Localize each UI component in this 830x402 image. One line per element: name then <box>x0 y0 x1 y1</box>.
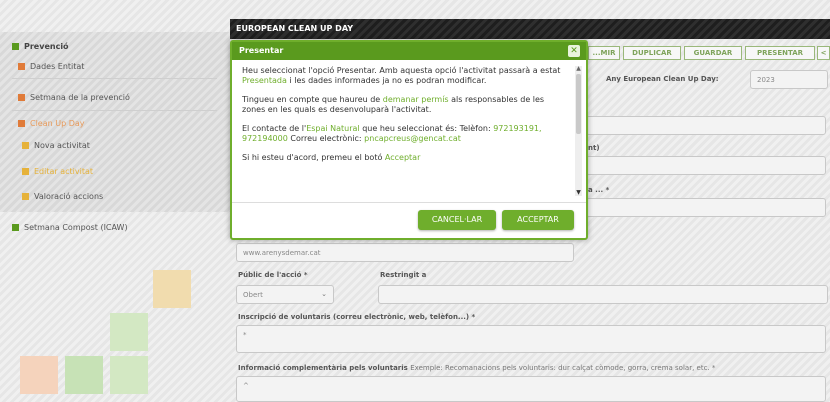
chevron-down-icon: ⌄ <box>321 290 327 298</box>
sidebar-item-label: Setmana de la prevenció <box>30 92 130 102</box>
text: Si hi esteu d'acord, premeu el botó <box>242 153 385 162</box>
square-icon <box>22 167 29 175</box>
sidebar-item-clean-up-day[interactable]: Clean Up Day <box>18 113 85 133</box>
permis-link[interactable]: demanar permís <box>383 95 449 104</box>
public-select[interactable]: Obert ⌄ <box>236 285 334 304</box>
decor-tile <box>153 270 191 308</box>
text: i les dades informades ja no es podran m… <box>286 76 487 85</box>
toolbar-button-partial[interactable]: ...MIR <box>588 46 620 60</box>
text: El contacte de l' <box>242 124 307 133</box>
guardar-button[interactable]: GUARDAR <box>684 46 742 60</box>
year-select[interactable]: 2023 <box>750 70 828 89</box>
square-icon <box>18 62 25 70</box>
page-title: EUROPEAN CLEAN UP DAY <box>230 19 830 39</box>
dialog-paragraph: El contacte de l'Espai Natural que heu s… <box>242 124 564 144</box>
presentar-dialog: Presentar ✕ Heu seleccionat l'opció Pres… <box>230 40 588 240</box>
public-label: Públic de l'acció * <box>238 271 308 279</box>
info-textarea[interactable]: ^ <box>236 376 826 402</box>
square-icon <box>18 119 25 127</box>
square-icon <box>12 223 19 231</box>
decor-tile <box>20 356 58 394</box>
public-label-text: Públic de l'acció * <box>238 271 308 279</box>
decor-tile <box>110 313 148 351</box>
sidebar-item-setmana-compost[interactable]: Setmana Compost (ICAW) <box>12 217 128 237</box>
dialog-paragraph: Tingueu en compte que haureu de demanar … <box>242 95 564 115</box>
dialog-paragraph: Heu seleccionat l'opció Presentar. Amb a… <box>242 66 564 86</box>
decor-tile <box>65 356 103 394</box>
sidebar-item-label: Setmana Compost (ICAW) <box>24 222 128 232</box>
decor-tile <box>110 356 148 394</box>
sidebar-item-label: Prevenció <box>24 41 69 51</box>
dialog-paragraph: Si hi esteu d'acord, premeu el botó Acce… <box>242 153 564 163</box>
form-label-partial: a ... * <box>588 186 610 194</box>
dialog-titlebar: Presentar ✕ <box>232 42 586 60</box>
email-link[interactable]: pncapcreus@gencat.cat <box>364 134 461 143</box>
inscripcio-label: Inscripció de voluntaris (correu electrò… <box>238 313 476 321</box>
dialog-scrollbar[interactable]: ▲ ▼ <box>575 66 582 196</box>
status-link[interactable]: Presentada <box>242 76 287 85</box>
accept-button[interactable]: ACCEPTAR <box>502 210 574 230</box>
form-field[interactable] <box>586 156 826 175</box>
info-label: Informació complementària pels voluntari… <box>238 364 715 372</box>
restringit-label: Restringit a <box>380 271 427 279</box>
year-label: Any European Clean Up Day: <box>606 75 719 83</box>
espai-natural-link[interactable]: Espai Natural <box>306 124 359 133</box>
cancel-button[interactable]: CANCEL·LAR <box>418 210 496 230</box>
info-label-text: Informació complementària pels voluntari… <box>238 364 408 372</box>
duplicar-button[interactable]: DUPLICAR <box>623 46 681 60</box>
form-label-partial: nt) <box>588 144 600 152</box>
divider <box>12 110 217 111</box>
info-hint: Exemple: Recomanacions pels voluntaris: … <box>410 364 716 372</box>
divider <box>12 78 217 79</box>
dialog-body: Heu seleccionat l'opció Presentar. Amb a… <box>242 66 564 196</box>
sidebar-item-editar-activitat[interactable]: Editar activitat <box>22 161 93 181</box>
restringit-field[interactable] <box>378 285 828 304</box>
sidebar-item-dades-entitat[interactable]: Dades Entitat <box>18 56 84 76</box>
public-select-value: Obert <box>243 291 263 299</box>
sidebar-item-valoracio[interactable]: Valoració accions <box>22 186 103 206</box>
sidebar-item-prevencio[interactable]: Prevenció <box>12 36 69 56</box>
square-icon <box>18 93 25 101</box>
close-icon[interactable]: ✕ <box>568 45 580 57</box>
text: Tingueu en compte que haureu de <box>242 95 383 104</box>
inscripcio-textarea[interactable]: * <box>236 325 826 353</box>
acceptar-link[interactable]: Acceptar <box>385 153 420 162</box>
sidebar-item-label: Valoració accions <box>34 191 104 201</box>
web-field[interactable]: www.arenysdemar.cat <box>236 243 574 262</box>
text: Heu seleccionat l'opció Presentar. Amb a… <box>242 66 561 75</box>
dialog-title: Presentar <box>239 46 284 55</box>
scroll-down-icon[interactable]: ▼ <box>575 190 582 196</box>
sidebar-item-label: Editar activitat <box>34 166 94 176</box>
dialog-divider <box>232 202 586 203</box>
text: Correu electrònic: <box>287 134 365 143</box>
text: que heu seleccionat és: Telèfon: <box>359 124 494 133</box>
sidebar-item-label: Clean Up Day <box>30 118 85 128</box>
scroll-up-icon[interactable]: ▲ <box>575 66 582 72</box>
square-icon <box>22 141 29 149</box>
sidebar-item-label: Dades Entitat <box>30 61 85 71</box>
sidebar-item-label: Nova activitat <box>34 140 90 150</box>
sidebar-item-setmana-prevencio[interactable]: Setmana de la prevenció <box>18 87 130 107</box>
form-field[interactable] <box>586 198 826 217</box>
sidebar-item-nova-activitat[interactable]: Nova activitat <box>22 135 90 155</box>
scroll-thumb[interactable] <box>576 74 581 134</box>
sidebar: Prevenció Dades Entitat Setmana de la pr… <box>0 0 230 402</box>
back-button[interactable]: < <box>817 46 830 60</box>
form-field[interactable] <box>586 116 826 135</box>
square-icon <box>22 192 29 200</box>
presentar-button[interactable]: PRESENTAR <box>745 46 815 60</box>
square-icon <box>12 42 19 50</box>
